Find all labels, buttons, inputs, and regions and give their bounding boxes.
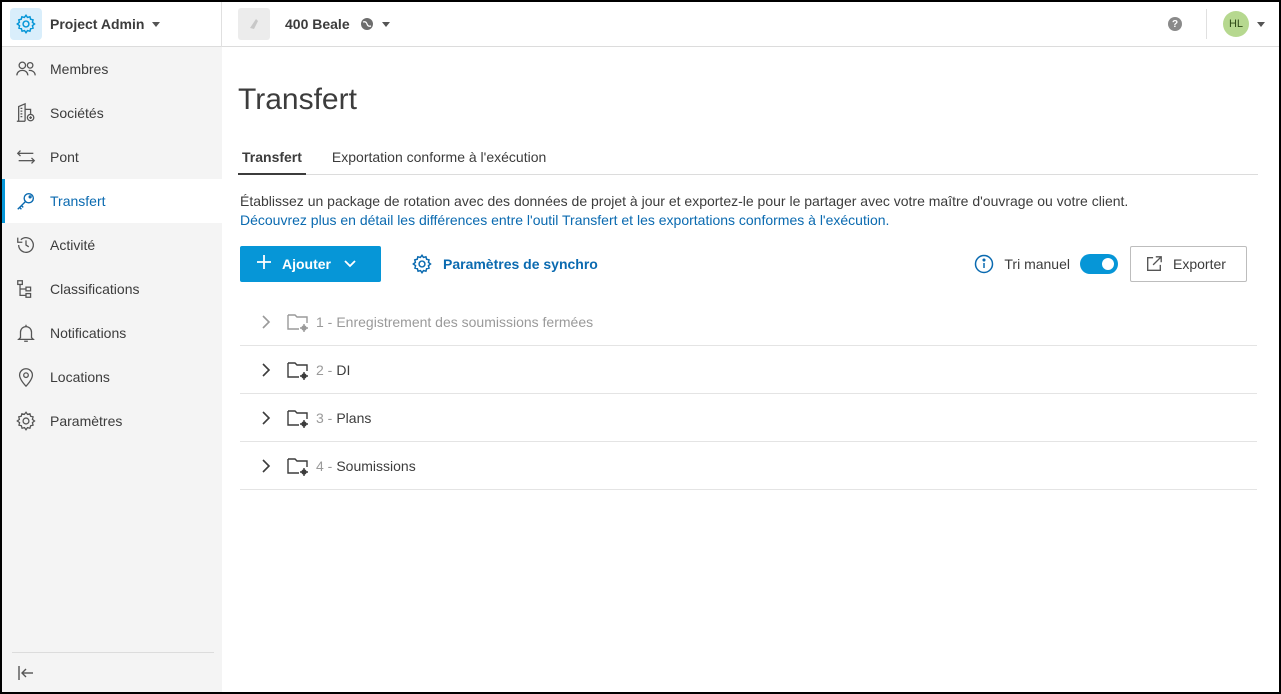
folder-name: Plans [336,409,372,426]
folder-settings-icon [287,457,308,476]
sidebar-item-label: Paramètres [50,413,123,429]
folder-name: Enregistrement des soumissions fermées [336,313,594,330]
chevron-right-icon[interactable] [260,362,272,378]
sidebar-item-notifications[interactable]: Notifications [2,311,222,355]
sidebar-item-label: Membres [50,61,109,77]
description: Établissez un package de rotation avec d… [240,192,1128,230]
sidebar-item-label: Activité [50,237,96,253]
divider [1206,9,1207,39]
toolbar: Ajouter Paramètres de synchro Tri manuel [240,246,1247,282]
chevron-down-icon [152,21,161,27]
sidebar-item-classifications[interactable]: Classifications [2,267,222,311]
sidebar-item-transfert[interactable]: Transfert [2,179,222,223]
chevron-right-icon[interactable] [260,314,272,330]
key-icon [14,189,38,213]
chevron-right-icon[interactable] [260,458,272,474]
avatar[interactable]: HL [1223,11,1249,37]
app-window: Project Admin 400 Beale ? HL Membres Soc… [0,0,1281,694]
toggle-knob [1102,258,1114,270]
location-pin-icon [14,365,38,389]
tab-transfert[interactable]: Transfert [238,145,306,175]
folder-number: 1 - [316,313,333,330]
export-icon [1147,256,1162,271]
sidebar-item-activite[interactable]: Activité [2,223,222,267]
avatar-initials: HL [1228,18,1244,30]
plus-icon [256,254,272,274]
export-button-label: Exporter [1173,256,1226,272]
sync-settings-label: Paramètres de synchro [443,256,598,272]
add-button-label: Ajouter [282,256,331,272]
folder-name: DI [336,361,351,378]
project-switcher[interactable]: 400 Beale [238,8,390,40]
project-thumbnail [238,8,270,40]
sidebar-item-label: Transfert [50,193,106,209]
add-button[interactable]: Ajouter [240,246,381,282]
gear-icon [412,254,432,274]
page-title: Transfert [238,83,357,116]
chevron-down-icon[interactable] [1257,21,1265,27]
info-icon[interactable] [974,254,994,274]
bridge-icon [14,145,38,169]
sidebar-item-label: Classifications [50,281,140,297]
chevron-right-icon[interactable] [260,410,272,426]
folder-number: 2 - [316,361,333,378]
folder-name: Soumissions [336,457,416,474]
companies-icon [14,101,38,125]
top-bar: Project Admin 400 Beale ? HL [2,2,1279,47]
sidebar-item-label: Pont [50,149,79,165]
folder-number: 4 - [316,457,333,474]
sidebar-item-parametres[interactable]: Paramètres [2,399,222,443]
sidebar: Membres Sociétés Pont Transfert Activité… [2,47,222,692]
learn-more-link[interactable]: Découvrez plus en détail les différences… [240,211,1128,230]
sidebar-item-societes[interactable]: Sociétés [2,91,222,135]
tab-exportation-conforme[interactable]: Exportation conforme à l'exécution [328,145,550,175]
app-name: Project Admin [50,16,145,32]
list-item[interactable]: 4 - Soumissions [240,442,1257,490]
list-item[interactable]: 3 - Plans [240,394,1257,442]
project-name: 400 Beale [285,16,350,32]
sidebar-item-pont[interactable]: Pont [2,135,222,179]
export-button[interactable]: Exporter [1130,246,1247,282]
tab-bar: Transfert Exportation conforme à l'exécu… [238,145,1258,175]
bell-icon [14,321,38,345]
gear-icon [10,8,42,40]
hierarchy-icon [14,277,38,301]
sidebar-item-membres[interactable]: Membres [2,47,222,91]
manual-sort-toggle[interactable] [1080,254,1118,274]
sidebar-item-label: Notifications [50,325,127,341]
help-glyph: ? [1171,18,1179,30]
folder-settings-icon [287,313,308,332]
globe-icon [360,18,373,30]
list-item[interactable]: 1 - Enregistrement des soumissions fermé… [240,298,1257,346]
main-content: Transfert Transfert Exportation conforme… [238,47,1258,692]
folder-list: 1 - Enregistrement des soumissions fermé… [240,298,1257,490]
chevron-down-icon [381,21,390,27]
folder-settings-icon [287,409,308,428]
sidebar-item-label: Sociétés [50,105,104,121]
folder-number: 3 - [316,409,333,426]
app-switcher[interactable]: Project Admin [2,2,222,47]
gear-icon [14,409,38,433]
collapse-sidebar-button[interactable] [12,652,214,692]
sidebar-item-label: Locations [50,369,110,385]
chevron-down-icon [343,256,357,272]
collapse-left-icon [18,665,33,680]
help-icon[interactable]: ? [1168,17,1182,31]
description-text: Établissez un package de rotation avec d… [240,193,1129,209]
manual-sort-label: Tri manuel [1004,256,1070,272]
folder-settings-icon [287,361,308,380]
history-icon [14,233,38,257]
members-icon [14,57,38,81]
sidebar-item-locations[interactable]: Locations [2,355,222,399]
list-item[interactable]: 2 - DI [240,346,1257,394]
sync-settings-button[interactable]: Paramètres de synchro [411,253,598,275]
